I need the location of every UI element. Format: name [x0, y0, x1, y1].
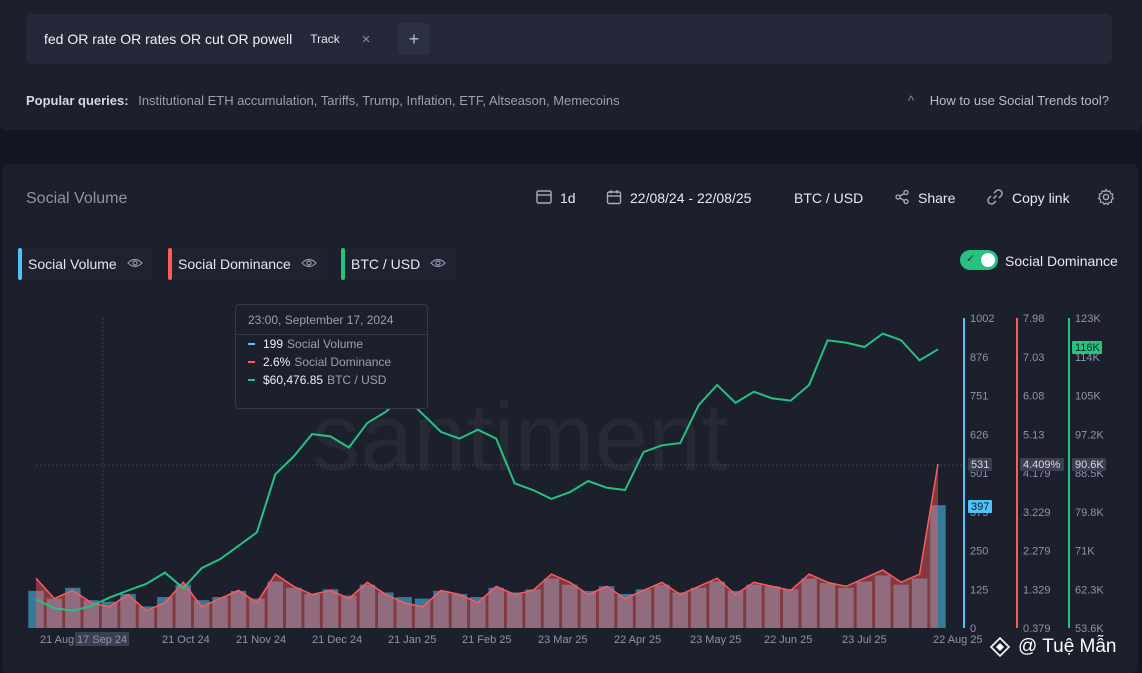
social-dominance-crosshair-badge-label: 4.409% [1023, 459, 1061, 471]
social-volume-tick-label: 125 [970, 584, 988, 596]
tooltip-label: Social Volume [287, 337, 364, 351]
tooltip-value: $60,476.85 [263, 373, 324, 387]
credit-text: @ Tuệ Mẫn [1018, 636, 1117, 657]
tooltip-value: 2.6% [263, 355, 291, 369]
btc-usd-crosshair-badge-label: 90.6K [1075, 459, 1104, 471]
tooltip-time: 23:00, September 17, 2024 [236, 305, 427, 335]
tooltip-label: BTC / USD [327, 373, 387, 387]
axes: 100287675162650137525012507.987.036.085.… [963, 313, 1106, 635]
x-tick-label: 17 Sep 24 [77, 634, 127, 646]
social-volume-tick-label: 876 [970, 352, 988, 364]
social-volume-tick-label: 751 [970, 391, 988, 403]
tooltip-color [248, 343, 255, 345]
tooltip-row-social-dominance: 2.6% Social Dominance [236, 353, 427, 371]
credit-watermark: @ Tuệ Mẫn [990, 636, 1117, 658]
social-volume-tick-label: 626 [970, 429, 988, 441]
x-tick-label: 21 Feb 25 [462, 634, 512, 646]
social-volume-current-badge-label: 397 [971, 501, 989, 513]
x-tick-label: 23 Mar 25 [538, 634, 588, 646]
btc-usd-current-badge-label: 116K [1075, 342, 1101, 354]
social-dominance-tick-label: 1.329 [1023, 584, 1051, 596]
tooltip-label: Social Dominance [294, 355, 392, 369]
social-dominance-tick-label: 0.379 [1023, 623, 1051, 635]
tooltip-color [248, 379, 255, 381]
x-tick-label: 22 Aug 25 [933, 634, 983, 646]
btc-usd-tick-label: 53.6K [1075, 623, 1104, 635]
social-dominance-tick-label: 3.229 [1023, 507, 1051, 519]
tooltip-value: 199 [263, 337, 284, 351]
social-dominance-tick-label: 7.03 [1023, 352, 1044, 364]
social-dominance-tick-label: 5.13 [1023, 429, 1044, 441]
x-tick-label: 23 Jul 25 [842, 634, 887, 646]
diamond-logo-icon [990, 637, 1010, 657]
btc-usd-tick-label: 123K [1075, 313, 1101, 325]
tooltip-row-btc-usd: $60,476.85 BTC / USD [236, 371, 427, 389]
x-tick-label: 21 Dec 24 [312, 634, 362, 646]
social-dominance-tick-label: 6.08 [1023, 391, 1044, 403]
social-dominance-tick-label: 7.98 [1023, 313, 1044, 325]
chart-tooltip: 23:00, September 17, 2024 199 Social Vol… [235, 304, 428, 409]
x-tick-label: 23 May 25 [690, 634, 741, 646]
x-tick-label: 22 Apr 25 [614, 634, 661, 646]
x-tick-label: 21 Aug [40, 634, 74, 646]
x-tick-label: 21 Jan 25 [388, 634, 436, 646]
chart-area[interactable]: santiment 100287675162650137525012507.98… [0, 0, 1142, 673]
btc-usd-tick-label: 62.3K [1075, 584, 1104, 596]
tooltip-row-social-volume: 199 Social Volume [236, 335, 427, 353]
x-axis-ticks: 21 Aug 17 Sep 24 21 Oct 24 21 Nov 24 21 Dec … [40, 632, 983, 646]
btc-usd-tick-label: 79.8K [1075, 507, 1104, 519]
x-tick-label: 21 Nov 24 [236, 634, 286, 646]
x-tick-label: 21 Oct 24 [162, 634, 210, 646]
btc-usd-tick-label: 97.2K [1075, 429, 1104, 441]
social-volume-tick-label: 250 [970, 546, 988, 558]
x-tick-label: 22 Jun 25 [764, 634, 812, 646]
social-volume-tick-label: 1002 [970, 313, 994, 325]
btc-usd-tick-label: 71K [1075, 546, 1095, 558]
tooltip-color [248, 361, 255, 363]
social-volume-crosshair-badge-label: 531 [971, 459, 989, 471]
btc-usd-tick-label: 105K [1075, 391, 1101, 403]
social-dominance-tick-label: 2.279 [1023, 546, 1051, 558]
